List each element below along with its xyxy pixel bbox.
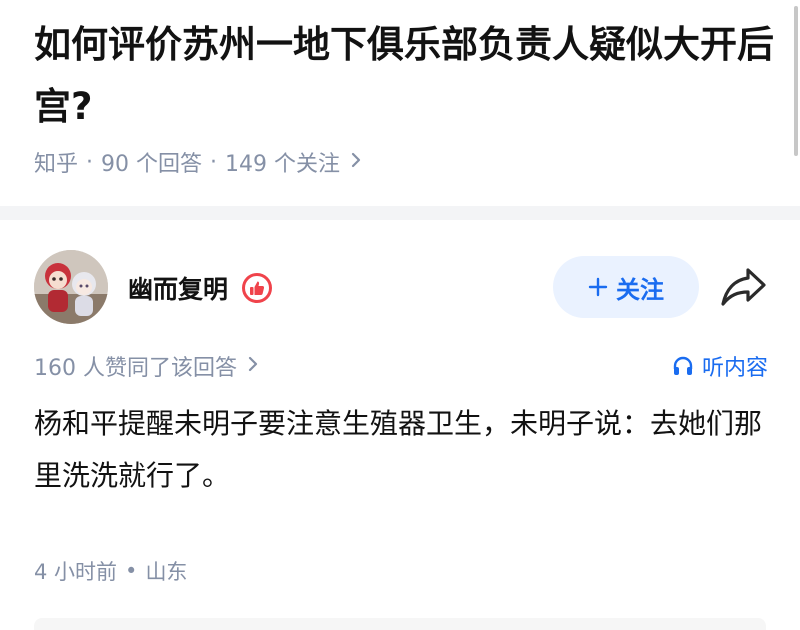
follow-label: 关注 <box>616 275 664 304</box>
source-label: 知乎 <box>34 152 79 177</box>
headphones-icon <box>673 356 693 375</box>
share-icon[interactable] <box>718 264 770 310</box>
question-header: 如何评价苏州一地下俱乐部负责人疑似大开后宫? 知乎 · 90 个回答 · 149… <box>0 0 800 206</box>
meta-separator: · <box>210 149 218 175</box>
post-time: 4 小时前 <box>34 560 118 584</box>
plus-icon <box>588 271 608 304</box>
thumbs-up-badge-icon <box>242 273 273 303</box>
listen-button[interactable]: 听内容 <box>672 348 768 384</box>
question-title[interactable]: 如何评价苏州一地下俱乐部负责人疑似大开后宫? <box>34 14 774 138</box>
meta-separator: · <box>86 149 94 175</box>
follow-button[interactable]: 关注 <box>553 256 699 318</box>
post-location: 山东 <box>145 560 188 584</box>
answer-meta: 4 小时前 • 山东 <box>34 554 187 588</box>
meta-separator: • <box>125 559 138 583</box>
scrollbar-thumb[interactable] <box>794 6 798 156</box>
next-card-edge <box>34 618 766 630</box>
answers-count: 90 个回答 <box>101 152 203 177</box>
question-meta[interactable]: 知乎 · 90 个回答 · 149 个关注 <box>34 146 362 178</box>
author-name[interactable]: 幽而复明 <box>128 270 228 306</box>
answer-content[interactable]: 杨和平提醒未明子要注意生殖器卫生，未明子说：去她们那里洗洗就行了。 <box>34 398 774 502</box>
followers-count: 149 个关注 <box>225 152 341 177</box>
listen-label: 听内容 <box>701 356 768 381</box>
answer-card: 幽而复明 关注 160 人赞同了该回答 听内容 杨和平提醒未明子要注意生殖器卫生… <box>0 220 800 630</box>
likes-summary[interactable]: 160 人赞同了该回答 <box>34 348 259 384</box>
author-info: 幽而复明 <box>128 270 273 306</box>
section-divider <box>0 206 800 220</box>
likes-text: 160 人赞同了该回答 <box>34 356 237 381</box>
chevron-right-icon <box>247 354 259 379</box>
chevron-right-icon <box>350 150 362 175</box>
author-avatar[interactable] <box>34 250 108 324</box>
